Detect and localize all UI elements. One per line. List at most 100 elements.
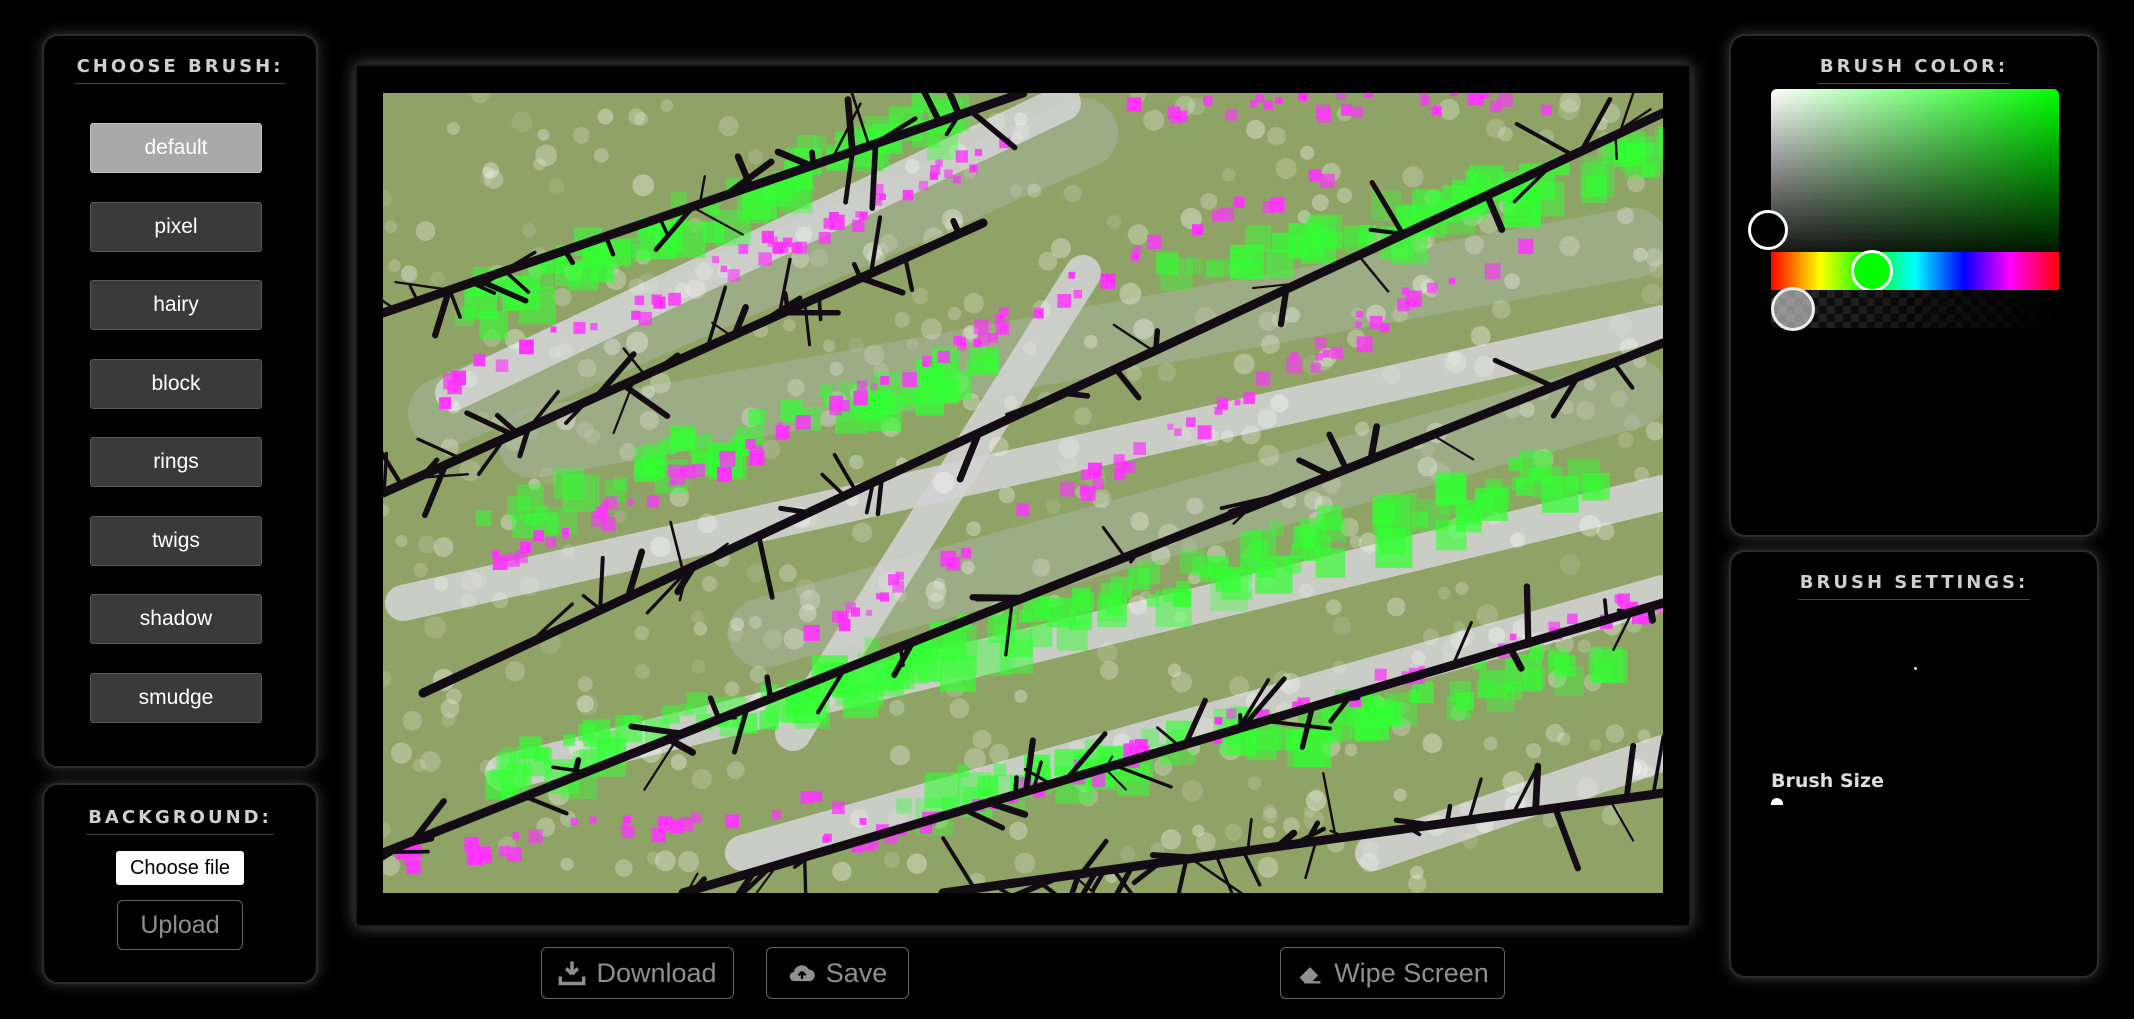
ring-dot xyxy=(441,712,456,727)
hue-slider[interactable] xyxy=(1771,252,2059,290)
ring-dot xyxy=(1617,207,1635,225)
upload-button[interactable]: Upload xyxy=(117,900,243,950)
block-square xyxy=(539,512,560,533)
drawing-canvas[interactable] xyxy=(383,93,1663,893)
alpha-slider-handle[interactable] xyxy=(1771,287,1815,331)
block-square xyxy=(533,746,549,762)
block-square xyxy=(1293,526,1315,548)
pixel-square xyxy=(866,609,873,616)
ring-dot xyxy=(1014,852,1036,874)
pixel-square xyxy=(1567,613,1578,625)
ring-dot xyxy=(1605,724,1625,744)
pixel-square xyxy=(988,333,999,343)
brush-button-default[interactable]: default xyxy=(90,123,262,173)
ring-dot xyxy=(894,312,911,328)
pixel-square xyxy=(519,339,534,355)
ring-dot xyxy=(691,659,707,675)
ring-dot xyxy=(1645,248,1663,267)
brush-preview-dot xyxy=(1914,667,1917,670)
block-square xyxy=(812,136,828,151)
ring-dot xyxy=(933,577,946,591)
pixel-square xyxy=(902,372,918,388)
pixel-square xyxy=(1073,289,1083,299)
brush-button-hairy[interactable]: hairy xyxy=(90,280,262,330)
pixel-square xyxy=(1133,442,1147,455)
block-square xyxy=(994,626,1008,640)
block-square xyxy=(1268,520,1284,536)
brush-button-twigs[interactable]: twigs xyxy=(90,515,262,566)
block-square xyxy=(1265,249,1295,279)
choose-file-button[interactable]: Choose file xyxy=(116,851,244,885)
pixel-square xyxy=(870,383,878,391)
brush-size-slider-handle[interactable] xyxy=(1771,798,1783,805)
ring-dot xyxy=(1181,780,1204,802)
brush-button-rings[interactable]: rings xyxy=(90,437,262,487)
brush-button-smudge[interactable]: smudge xyxy=(90,672,262,723)
block-square xyxy=(1624,142,1646,164)
ring-dot xyxy=(726,761,745,780)
ring-dot xyxy=(678,850,700,873)
ring-dot xyxy=(947,306,962,321)
save-button[interactable]: Save xyxy=(766,947,909,999)
block-square xyxy=(1435,472,1467,504)
saturation-value-handle[interactable] xyxy=(1748,210,1788,250)
saturation-value-picker[interactable] xyxy=(1771,89,2059,267)
pixel-square xyxy=(596,506,609,519)
pixel-square xyxy=(852,219,865,232)
wipe-screen-button[interactable]: Wipe Screen xyxy=(1280,947,1505,999)
pixel-square xyxy=(1203,96,1213,106)
ring-dot xyxy=(388,259,401,272)
eraser-icon xyxy=(1299,967,1321,984)
pixel-square xyxy=(1509,633,1517,641)
pixel-square xyxy=(1308,169,1321,182)
ring-dot xyxy=(1106,215,1122,230)
pixel-square xyxy=(1426,282,1438,294)
block-square xyxy=(1315,548,1345,578)
pixel-square xyxy=(498,846,510,857)
ring-dot xyxy=(746,563,766,583)
pixel-square xyxy=(960,547,972,559)
ring-dot xyxy=(560,857,574,871)
block-square xyxy=(1515,478,1534,496)
block-square xyxy=(1137,561,1161,585)
pixel-square xyxy=(973,319,989,335)
ring-dot xyxy=(810,248,829,268)
brush-color-title: BRUSH COLOR: xyxy=(1731,56,2097,84)
pixel-square xyxy=(994,313,1006,325)
brush-button-shadow[interactable]: shadow xyxy=(90,594,262,644)
ring-dot xyxy=(1545,723,1565,743)
pixel-square xyxy=(1409,299,1419,308)
ring-dot xyxy=(998,486,1016,504)
pixel-square xyxy=(791,242,802,253)
ring-dot xyxy=(884,852,900,868)
ring-dot xyxy=(1332,660,1346,675)
ring-dot xyxy=(888,699,905,716)
ring-dot xyxy=(1498,126,1513,142)
ring-dot xyxy=(418,535,437,554)
ring-dot xyxy=(593,148,609,163)
ring-dot xyxy=(1160,829,1182,850)
pixel-square xyxy=(1364,93,1374,98)
ring-dot xyxy=(911,287,929,305)
download-button[interactable]: Download xyxy=(541,947,734,999)
pixel-square xyxy=(918,180,929,191)
ring-dot xyxy=(634,625,650,641)
ring-dot xyxy=(1359,853,1379,873)
ring-dot xyxy=(1186,497,1204,515)
ring-dot xyxy=(415,221,436,241)
ring-dot xyxy=(1576,400,1596,420)
pixel-square xyxy=(1256,371,1271,386)
block-square xyxy=(900,389,922,412)
ring-dot xyxy=(1027,183,1042,198)
ring-dot xyxy=(905,158,920,174)
pixel-square xyxy=(956,337,967,347)
ring-dot xyxy=(1263,826,1276,839)
ring-dot xyxy=(420,751,441,772)
pixel-square xyxy=(716,466,732,482)
hue-slider-handle[interactable] xyxy=(1851,250,1893,292)
brush-button-pixel[interactable]: pixel xyxy=(90,201,262,252)
ring-dot xyxy=(1576,778,1598,800)
twig-spike xyxy=(969,594,1027,601)
ring-dot xyxy=(402,710,423,731)
brush-button-block[interactable]: block xyxy=(90,358,262,409)
